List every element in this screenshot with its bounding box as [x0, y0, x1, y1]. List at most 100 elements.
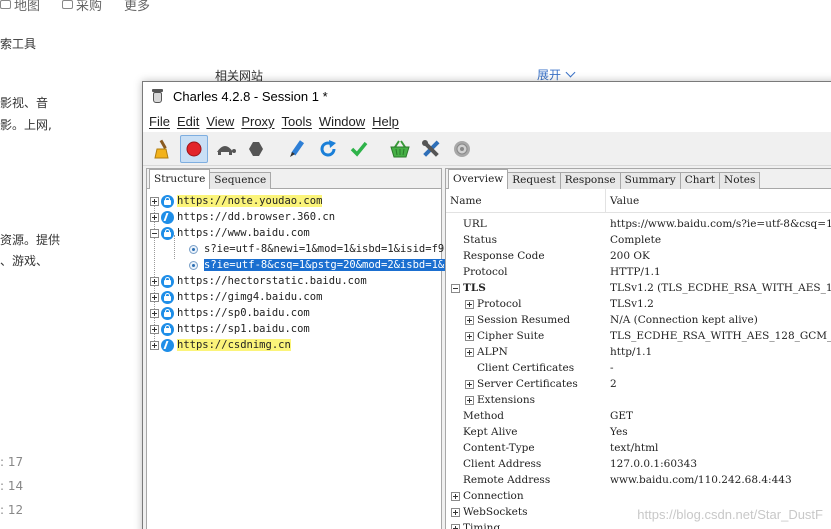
expand-icon[interactable] — [150, 212, 159, 222]
expand-icon[interactable] — [150, 276, 159, 286]
tree-row[interactable]: https://dd.browser.360.cn — [147, 209, 441, 225]
throttle-turtle-icon — [217, 145, 236, 155]
overview-row[interactable]: Connection — [446, 488, 831, 504]
overview-row[interactable]: Cipher Suite TLS_ECDHE_RSA_WITH_AES_128_G… — [446, 328, 831, 344]
tab-notes[interactable]: Notes — [719, 172, 761, 189]
expand-icon[interactable] — [465, 395, 474, 405]
breakpoints-button[interactable] — [242, 135, 270, 163]
overview-row-name: Method — [446, 410, 606, 422]
overview-row[interactable]: Protocol HTTP/1.1 — [446, 264, 831, 280]
https-host-icon — [161, 306, 174, 320]
menu-view[interactable]: View — [204, 114, 236, 129]
overview-row-value: https://www.baidu.com/s?ie=utf-8&csq=1 — [610, 218, 831, 230]
overview-row-name: Server Certificates — [446, 378, 606, 390]
breakpoint-hexagon-icon — [249, 141, 263, 156]
tree-row[interactable]: https://gimg4.baidu.com — [147, 289, 441, 305]
tree-row[interactable]: https://csdnimg.cn — [147, 337, 441, 353]
expand-icon[interactable] — [451, 507, 460, 517]
charles-app-icon — [151, 88, 165, 104]
overview-row-name: Timing — [446, 522, 606, 529]
record-icon — [186, 141, 202, 156]
background-nav-map[interactable]: 地图 — [0, 0, 40, 14]
shop-button[interactable] — [386, 135, 414, 163]
overview-row[interactable]: Client Address 127.0.0.1:60343 — [446, 456, 831, 472]
overview-row[interactable]: Extensions — [446, 392, 831, 408]
repeat-button[interactable] — [314, 135, 342, 163]
expand-icon[interactable] — [150, 196, 159, 206]
tree-row-request-selected[interactable]: s?ie=utf-8&csq=1&pstg=20&mod=2&isbd=1&c — [147, 257, 451, 273]
compose-button[interactable] — [283, 135, 311, 163]
expand-icon[interactable] — [465, 299, 474, 309]
collapse-icon[interactable] — [451, 283, 460, 293]
overview-row[interactable]: Response Code 200 OK — [446, 248, 831, 264]
https-host-icon — [161, 194, 174, 208]
tab-summary[interactable]: Summary — [619, 172, 681, 189]
expand-icon[interactable] — [465, 347, 474, 357]
overview-row[interactable]: Client Certificates - — [446, 360, 831, 376]
overview-header: Name Value — [446, 189, 831, 213]
tree-row[interactable]: https://sp1.baidu.com — [147, 321, 441, 337]
overview-row[interactable]: Method GET — [446, 408, 831, 424]
tab-response[interactable]: Response — [559, 172, 621, 189]
column-value[interactable]: Value — [606, 189, 639, 212]
overview-row[interactable]: Status Complete — [446, 232, 831, 248]
overview-row-label: Server Certificates — [477, 378, 578, 390]
menu-edit[interactable]: Edit — [175, 114, 201, 129]
tree-row-request[interactable]: s?ie=utf-8&newi=1&mod=1&isbd=1&isid=f914 — [147, 241, 457, 257]
clear-session-button[interactable] — [149, 135, 177, 163]
overview-row-label: TLS — [463, 282, 486, 294]
overview-row[interactable]: TLS TLSv1.2 (TLS_ECDHE_RSA_WITH_AES_128_G — [446, 280, 831, 296]
tree-row[interactable]: https://www.baidu.com — [147, 225, 441, 241]
overview-row-name: URL — [446, 218, 606, 230]
expand-icon[interactable] — [465, 315, 474, 325]
expand-icon[interactable] — [150, 340, 159, 350]
overview-row[interactable]: Server Certificates 2 — [446, 376, 831, 392]
menu-file[interactable]: File — [147, 114, 172, 129]
overview-row[interactable]: ALPN http/1.1 — [446, 344, 831, 360]
background-nav-more[interactable]: 更多 — [124, 0, 150, 14]
overview-row[interactable]: Session Resumed N/A (Connection kept aliv… — [446, 312, 831, 328]
menu-proxy[interactable]: Proxy — [239, 114, 276, 129]
expand-icon[interactable] — [150, 324, 159, 334]
overview-row[interactable]: Kept Alive Yes — [446, 424, 831, 440]
overview-row[interactable]: Content-Type text/html — [446, 440, 831, 456]
overview-row-label: Protocol — [463, 266, 508, 278]
menu-help[interactable]: Help — [370, 114, 401, 129]
expand-icon[interactable] — [451, 523, 460, 529]
expand-icon[interactable] — [451, 491, 460, 501]
tab-structure[interactable]: Structure — [149, 169, 211, 189]
tree-row[interactable]: https://sp0.baidu.com — [147, 305, 441, 321]
tools-button[interactable] — [417, 135, 445, 163]
background-text: 、游戏、 — [0, 254, 49, 268]
tab-overview[interactable]: Overview — [448, 169, 509, 189]
collapse-icon[interactable] — [150, 228, 159, 238]
tab-sequence[interactable]: Sequence — [209, 172, 272, 189]
record-button[interactable] — [180, 134, 208, 163]
expand-icon[interactable] — [150, 308, 159, 318]
overview-row-name: Cipher Suite — [446, 330, 606, 342]
overview-row-name: Client Certificates — [446, 362, 606, 374]
expand-icon[interactable] — [465, 331, 474, 341]
validate-button[interactable] — [345, 135, 373, 163]
overview-row-value: HTTP/1.1 — [610, 266, 661, 278]
tree-row[interactable]: https://hectorstatic.baidu.com — [147, 273, 441, 289]
overview-row-value: Complete — [610, 234, 662, 246]
expand-icon[interactable] — [150, 292, 159, 302]
overview-row-name: Content-Type — [446, 442, 606, 454]
menu-window[interactable]: Window — [317, 114, 367, 129]
overview-row[interactable]: Remote Address www.baidu.com/110.242.68.4… — [446, 472, 831, 488]
expand-icon[interactable] — [465, 379, 474, 389]
background-nav-purchase[interactable]: 采购 — [62, 0, 102, 14]
tree-row[interactable]: https://note.youdao.com — [147, 193, 441, 209]
overview-row[interactable]: Protocol TLSv1.2 — [446, 296, 831, 312]
tab-chart[interactable]: Chart — [679, 172, 721, 189]
menu-tools[interactable]: Tools — [280, 114, 314, 129]
settings-button[interactable] — [448, 135, 476, 163]
throttle-button[interactable] — [211, 135, 239, 163]
overview-row-label: URL — [463, 218, 487, 230]
menu-bar: File Edit View Proxy Tools Window Help — [143, 110, 831, 132]
tab-request[interactable]: Request — [507, 172, 561, 189]
overview-row[interactable]: URL https://www.baidu.com/s?ie=utf-8&csq=… — [446, 216, 831, 232]
title-bar[interactable]: Charles 4.2.8 - Session 1 * — [143, 82, 831, 110]
column-name[interactable]: Name — [446, 189, 606, 212]
